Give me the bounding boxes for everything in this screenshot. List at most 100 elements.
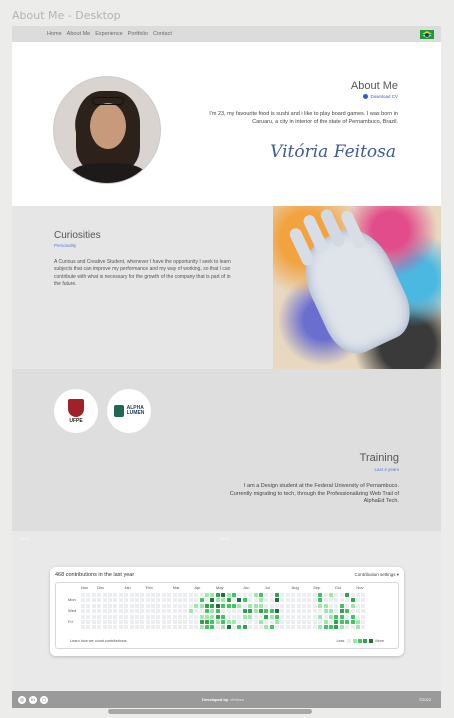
contribution-cell[interactable] xyxy=(183,603,188,608)
contribution-cell[interactable] xyxy=(172,614,177,619)
contribution-cell[interactable] xyxy=(269,598,274,603)
contribution-cell[interactable] xyxy=(113,598,118,603)
contribution-cell[interactable] xyxy=(312,609,317,614)
contribution-cell[interactable] xyxy=(102,614,107,619)
contribution-cell[interactable] xyxy=(361,614,366,619)
contribution-cell[interactable] xyxy=(302,614,307,619)
contribution-cell[interactable] xyxy=(97,593,102,597)
contribution-cell[interactable] xyxy=(156,625,161,630)
contribution-cell[interactable] xyxy=(183,625,188,630)
contribution-cell[interactable] xyxy=(355,593,360,597)
contribution-cell[interactable] xyxy=(226,598,231,603)
contribution-cell[interactable] xyxy=(86,619,91,624)
contribution-cell[interactable] xyxy=(86,603,91,608)
contribution-cell[interactable] xyxy=(210,625,215,630)
contribution-cell[interactable] xyxy=(167,603,172,608)
contribution-cell[interactable] xyxy=(210,609,215,614)
contribution-cell[interactable] xyxy=(97,619,102,624)
contribution-cell[interactable] xyxy=(361,598,366,603)
contribution-cell[interactable] xyxy=(226,603,231,608)
contribution-cell[interactable] xyxy=(113,625,118,630)
contribution-cell[interactable] xyxy=(242,598,247,603)
contribution-cell[interactable] xyxy=(242,609,247,614)
contribution-cell[interactable] xyxy=(161,614,166,619)
nav-portfolio[interactable]: Portfolio xyxy=(128,31,148,37)
contribution-cell[interactable] xyxy=(237,609,242,614)
contribution-cell[interactable] xyxy=(312,593,317,597)
contribution-cell[interactable] xyxy=(167,619,172,624)
contribution-cell[interactable] xyxy=(199,625,204,630)
contribution-cell[interactable] xyxy=(156,619,161,624)
contribution-cell[interactable] xyxy=(188,625,193,630)
contribution-cell[interactable] xyxy=(188,619,193,624)
contribution-cell[interactable] xyxy=(318,598,323,603)
contribution-cell[interactable] xyxy=(345,609,350,614)
contribution-cell[interactable] xyxy=(102,619,107,624)
instagram-icon[interactable]: ◻ xyxy=(40,695,48,704)
contribution-cell[interactable] xyxy=(124,614,129,619)
contribution-cell[interactable] xyxy=(221,614,226,619)
contribution-cell[interactable] xyxy=(242,625,247,630)
contribution-cell[interactable] xyxy=(285,619,290,624)
contribution-cell[interactable] xyxy=(275,609,280,614)
contribution-cell[interactable] xyxy=(355,598,360,603)
contribution-cell[interactable] xyxy=(210,614,215,619)
contribution-cell[interactable] xyxy=(199,598,204,603)
contribution-cell[interactable] xyxy=(291,619,296,624)
contribution-cell[interactable] xyxy=(269,625,274,630)
contribution-cell[interactable] xyxy=(291,614,296,619)
contribution-cell[interactable] xyxy=(350,609,355,614)
contribution-cell[interactable] xyxy=(204,614,209,619)
contribution-cell[interactable] xyxy=(134,625,139,630)
contribution-cell[interactable] xyxy=(312,598,317,603)
contribution-cell[interactable] xyxy=(86,625,91,630)
contribution-cell[interactable] xyxy=(264,625,269,630)
contribution-cell[interactable] xyxy=(231,603,236,608)
contribution-cell[interactable] xyxy=(361,619,366,624)
contribution-cell[interactable] xyxy=(258,609,263,614)
contribution-cell[interactable] xyxy=(178,609,183,614)
contribution-cell[interactable] xyxy=(145,598,150,603)
contribution-cell[interactable] xyxy=(258,625,263,630)
contribution-cell[interactable] xyxy=(258,614,263,619)
contribution-cell[interactable] xyxy=(194,619,199,624)
contribution-cell[interactable] xyxy=(323,603,328,608)
contribution-cell[interactable] xyxy=(248,614,253,619)
contribution-cell[interactable] xyxy=(194,625,199,630)
nav-home[interactable]: Home xyxy=(47,31,62,37)
contribution-cell[interactable] xyxy=(113,603,118,608)
contribution-cell[interactable] xyxy=(280,603,285,608)
contribution-cell[interactable] xyxy=(204,593,209,597)
contribution-cell[interactable] xyxy=(188,609,193,614)
contribution-cell[interactable] xyxy=(129,609,134,614)
contribution-cell[interactable] xyxy=(280,619,285,624)
contribution-cell[interactable] xyxy=(302,609,307,614)
contribution-cell[interactable] xyxy=(167,598,172,603)
contribution-cell[interactable] xyxy=(307,598,312,603)
contribution-cell[interactable] xyxy=(81,598,85,603)
contribution-cell[interactable] xyxy=(167,614,172,619)
contribution-cell[interactable] xyxy=(280,609,285,614)
contribution-cell[interactable] xyxy=(140,625,145,630)
contribution-cell[interactable] xyxy=(124,603,129,608)
contribution-cell[interactable] xyxy=(328,598,333,603)
contribution-cell[interactable] xyxy=(269,609,274,614)
contribution-cell[interactable] xyxy=(350,593,355,597)
contribution-cell[interactable] xyxy=(328,614,333,619)
contribution-cell[interactable] xyxy=(221,625,226,630)
contribution-cell[interactable] xyxy=(129,603,134,608)
contribution-cell[interactable] xyxy=(291,598,296,603)
contribution-cell[interactable] xyxy=(264,598,269,603)
contribution-cell[interactable] xyxy=(188,598,193,603)
contribution-cell[interactable] xyxy=(253,603,258,608)
contribution-cell[interactable] xyxy=(339,614,344,619)
contribution-cell[interactable] xyxy=(345,593,350,597)
contribution-cell[interactable] xyxy=(151,619,156,624)
contribution-cell[interactable] xyxy=(134,603,139,608)
contribution-cell[interactable] xyxy=(183,593,188,597)
contribution-cell[interactable] xyxy=(318,593,323,597)
contribution-cell[interactable] xyxy=(81,609,85,614)
horizontal-scrollbar[interactable] xyxy=(108,709,312,714)
contribution-cell[interactable] xyxy=(81,593,85,597)
contribution-cell[interactable] xyxy=(296,598,301,603)
